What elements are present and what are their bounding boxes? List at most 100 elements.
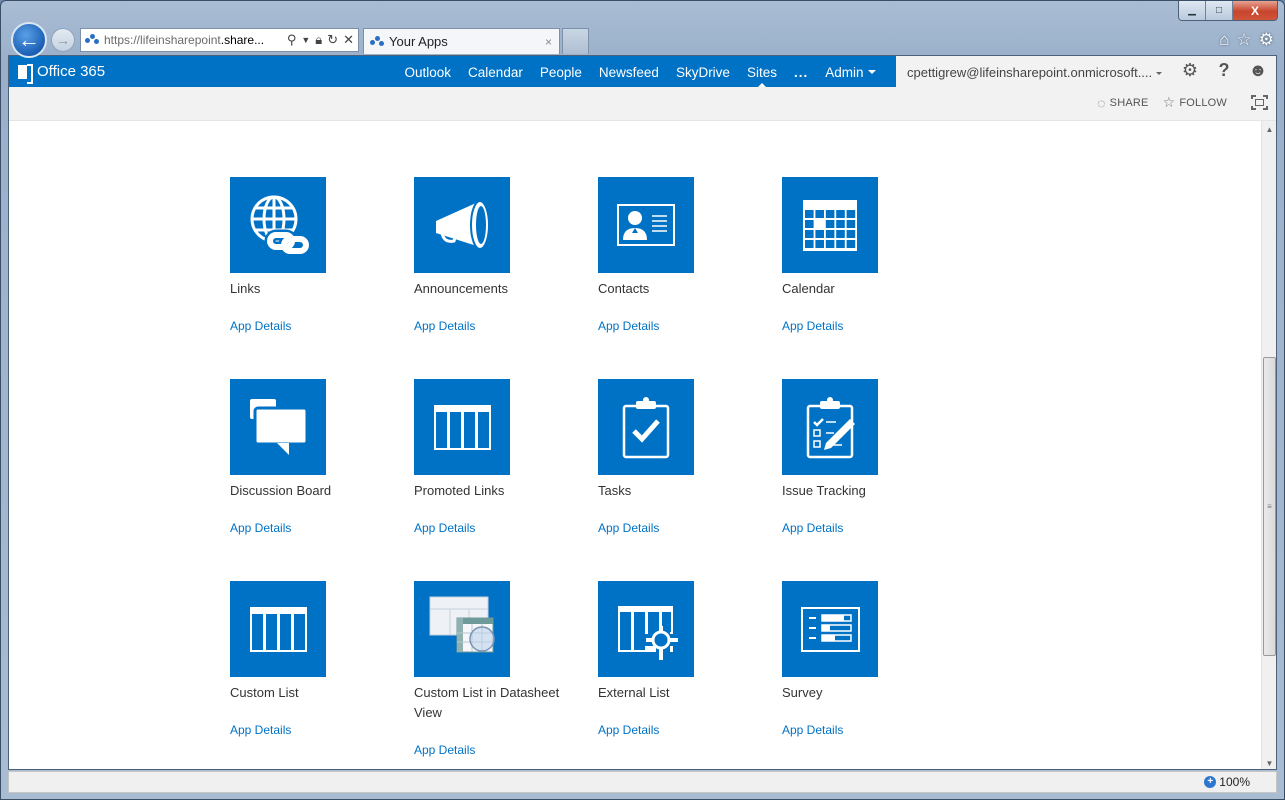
- tab-label: Your Apps: [389, 34, 448, 49]
- page-viewport: Office 365 Outlook Calendar People Newsf…: [8, 55, 1277, 770]
- app-tile[interactable]: Announcements App Details: [414, 177, 564, 335]
- dropdown-icon[interactable]: ▼: [301, 32, 310, 48]
- app-tile[interactable]: External List App Details: [598, 581, 748, 739]
- app-details-link[interactable]: App Details: [414, 317, 475, 335]
- app-tile-icon-box[interactable]: [598, 581, 694, 677]
- zoom-level[interactable]: + 100%: [1204, 775, 1250, 789]
- app-tile-icon-box[interactable]: [230, 379, 326, 475]
- app-tile-icon-box[interactable]: [230, 581, 326, 677]
- clipboard-pencil-icon: [806, 397, 855, 459]
- app-details-link[interactable]: App Details: [230, 519, 291, 537]
- page-actions: ◌ SHARE ☆ FOLLOW: [1097, 94, 1269, 111]
- follow-label: FOLLOW: [1179, 96, 1227, 109]
- survey-icon: [801, 607, 860, 652]
- app-details-link[interactable]: App Details: [414, 741, 475, 759]
- vertical-scrollbar[interactable]: ▲ ≡ ▼: [1261, 121, 1276, 769]
- app-tile-icon-box[interactable]: [414, 379, 510, 475]
- nav-sites[interactable]: Sites: [738, 56, 785, 87]
- app-tile-icon-box[interactable]: [598, 379, 694, 475]
- app-tile-icon-box[interactable]: [782, 177, 878, 273]
- app-details-link[interactable]: App Details: [230, 721, 291, 739]
- app-tile[interactable]: Custom List in Datasheet View App Details: [414, 581, 564, 759]
- office365-brand[interactable]: Office 365: [18, 63, 105, 84]
- refresh-icon[interactable]: ↻: [327, 32, 338, 48]
- app-details-link[interactable]: App Details: [782, 317, 843, 335]
- app-tile-icon-box[interactable]: [598, 177, 694, 273]
- app-tile[interactable]: Issue Tracking App Details: [782, 379, 932, 537]
- stop-icon[interactable]: ✕: [343, 32, 354, 48]
- app-tile[interactable]: Custom List App Details: [230, 581, 380, 739]
- app-tile[interactable]: Links App Details: [230, 177, 380, 335]
- user-menu[interactable]: cpettigrew@lifeinsharepoint.onmicrosoft.…: [907, 56, 1163, 87]
- app-details-link[interactable]: App Details: [598, 721, 659, 739]
- user-email: cpettigrew@lifeinsharepoint.onmicrosoft.…: [907, 65, 1153, 80]
- app-tile-icon-box[interactable]: [414, 581, 510, 677]
- lock-icon[interactable]: 🔒︎: [315, 32, 322, 48]
- address-bar[interactable]: https://lifeinsharepoint .share... ⚲ ▼ 🔒︎…: [80, 28, 359, 52]
- nav-admin[interactable]: Admin: [817, 56, 884, 87]
- app-tile-icon-box[interactable]: [782, 581, 878, 677]
- app-title[interactable]: Links: [230, 279, 380, 299]
- clipboard-check-icon: [622, 397, 670, 459]
- app-title[interactable]: Discussion Board: [230, 481, 380, 501]
- app-title[interactable]: Announcements: [414, 279, 564, 299]
- maximize-button[interactable]: □: [1206, 1, 1233, 20]
- app-title[interactable]: Custom List: [230, 683, 380, 703]
- new-tab-button[interactable]: [562, 28, 589, 54]
- app-title[interactable]: Custom List in Datasheet View: [414, 683, 564, 723]
- links-icon: [250, 195, 312, 257]
- office-logo-icon: [18, 63, 33, 84]
- app-tile-icon-box[interactable]: [782, 379, 878, 475]
- scroll-up-arrow-icon[interactable]: ▲: [1262, 121, 1276, 137]
- app-tile-icon-box[interactable]: [414, 177, 510, 273]
- nav-people[interactable]: People: [531, 56, 590, 87]
- tab-close-icon[interactable]: ×: [545, 35, 552, 49]
- app-title[interactable]: Promoted Links: [414, 481, 564, 501]
- app-details-link[interactable]: App Details: [414, 519, 475, 537]
- nav-calendar[interactable]: Calendar: [460, 56, 532, 87]
- app-title[interactable]: Calendar: [782, 279, 932, 299]
- app-title[interactable]: Survey: [782, 683, 932, 703]
- app-tile[interactable]: Contacts App Details: [598, 177, 748, 335]
- favorites-star-icon[interactable]: ☆: [1237, 30, 1252, 50]
- site-favicon-icon: [370, 35, 384, 48]
- nav-outlook[interactable]: Outlook: [396, 56, 460, 87]
- app-tile[interactable]: Calendar App Details: [782, 177, 932, 335]
- app-tile-icon-box[interactable]: [230, 177, 326, 273]
- app-title[interactable]: Issue Tracking: [782, 481, 932, 501]
- tab-your-apps[interactable]: Your Apps ×: [363, 28, 560, 54]
- app-tile[interactable]: Promoted Links App Details: [414, 379, 564, 537]
- smiley-feedback-icon[interactable]: ☻: [1248, 60, 1268, 81]
- app-tile[interactable]: Discussion Board App Details: [230, 379, 380, 537]
- nav-skydrive[interactable]: SkyDrive: [667, 56, 738, 87]
- app-title[interactable]: Contacts: [598, 279, 748, 299]
- zoom-magnifier-icon: +: [1204, 776, 1217, 788]
- share-button[interactable]: ◌ SHARE: [1097, 95, 1148, 111]
- forward-button[interactable]: →: [51, 28, 75, 52]
- tools-gear-icon[interactable]: ⚙: [1259, 30, 1274, 50]
- follow-button[interactable]: ☆ FOLLOW: [1163, 94, 1227, 111]
- nav-more[interactable]: ...: [785, 56, 816, 87]
- minimize-button[interactable]: ▁: [1179, 1, 1206, 20]
- scroll-down-arrow-icon[interactable]: ▼: [1262, 755, 1276, 769]
- focus-on-content-icon[interactable]: [1250, 94, 1269, 111]
- app-tile[interactable]: Survey App Details: [782, 581, 932, 739]
- nav-newsfeed[interactable]: Newsfeed: [590, 56, 667, 87]
- home-icon[interactable]: ⌂: [1219, 30, 1229, 50]
- app-title[interactable]: Tasks: [598, 481, 748, 501]
- app-details-link[interactable]: App Details: [598, 317, 659, 335]
- suite-icons: ⚙ ? ☻: [1180, 60, 1268, 81]
- app-details-link[interactable]: App Details: [782, 721, 843, 739]
- settings-gear-icon[interactable]: ⚙: [1180, 60, 1200, 81]
- app-details-link[interactable]: App Details: [782, 519, 843, 537]
- back-button[interactable]: ←: [11, 22, 47, 58]
- close-window-button[interactable]: X: [1233, 1, 1277, 20]
- app-details-link[interactable]: App Details: [598, 519, 659, 537]
- search-icon[interactable]: ⚲: [287, 32, 297, 48]
- help-icon[interactable]: ?: [1214, 60, 1234, 81]
- scrollbar-thumb[interactable]: ≡: [1263, 356, 1276, 656]
- app-tile[interactable]: Tasks App Details: [598, 379, 748, 537]
- app-title[interactable]: External List: [598, 683, 748, 703]
- url-rest: .share...: [220, 33, 265, 47]
- app-details-link[interactable]: App Details: [230, 317, 291, 335]
